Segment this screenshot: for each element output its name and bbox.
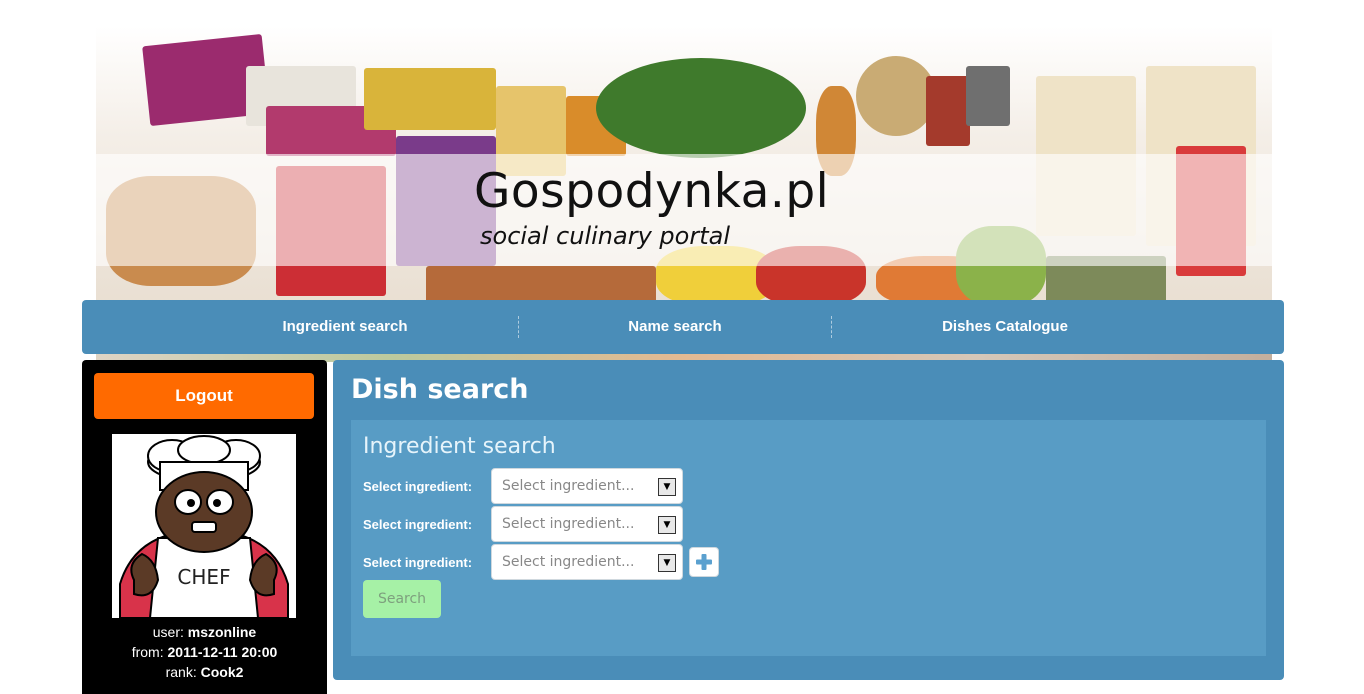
banner-product-box [364,68,496,130]
ingredient-select-value: Select ingredient... [502,554,635,570]
section-title: Ingredient search [363,434,556,459]
ingredient-search-panel: Ingredient search Select ingredient: Sel… [351,420,1266,656]
from-line: from: 2011-12-11 20:00 [82,642,327,662]
member-since: 2011-12-11 20:00 [167,644,278,660]
page-title: Dish search [351,374,529,405]
search-button[interactable]: Search [363,580,441,618]
nav-name-search[interactable]: Name search [562,300,788,354]
nav-divider [831,316,832,338]
chef-avatar-icon: CHEF [119,435,289,618]
from-label: from: [131,644,164,660]
site-title[interactable]: Gospodynka.pl [474,164,829,219]
site-subtitle: social culinary portal [480,222,730,250]
ingredient-label: Select ingredient: [363,554,473,570]
rank-label: rank: [165,664,197,680]
plus-icon [696,554,712,570]
avatar: CHEF [112,434,296,618]
user-info: user: mszonline from: 2011-12-11 20:00 r… [82,622,327,682]
username: mszonline [187,624,257,640]
ingredient-select[interactable]: Select ingredient... ▼ [491,506,683,542]
user-label: user: [152,624,184,640]
main-panel: Dish search Ingredient search Select ing… [333,360,1284,680]
ingredient-label: Select ingredient: [363,478,473,494]
user-line: user: mszonline [82,622,327,642]
user-rank: Cook2 [200,664,244,680]
dropdown-arrow-icon[interactable]: ▼ [658,478,676,496]
dropdown-arrow-icon[interactable]: ▼ [658,554,676,572]
ingredient-select-value: Select ingredient... [502,478,635,494]
banner-can [966,66,1010,126]
logout-button[interactable]: Logout [94,373,314,419]
nav-dishes-catalogue[interactable]: Dishes Catalogue [892,300,1118,354]
ingredient-select[interactable]: Select ingredient... ▼ [491,544,683,580]
ingredient-select-value: Select ingredient... [502,516,635,532]
ingredient-row: Select ingredient: Select ingredient... … [363,468,683,504]
add-ingredient-button[interactable] [689,547,719,577]
ingredient-select[interactable]: Select ingredient... ▼ [491,468,683,504]
nav-divider [518,316,519,338]
banner-greens [596,58,806,158]
banner-can [926,76,970,146]
rank-line: rank: Cook2 [82,662,327,682]
ingredient-label: Select ingredient: [363,516,473,532]
user-sidebar: Logout CHEF user: mszonline from: 2011-1… [82,360,327,694]
main-nav: Ingredient search Name search Dishes Cat… [82,300,1284,354]
header-banner: Gospodynka.pl social culinary portal [96,26,1272,306]
nav-ingredient-search[interactable]: Ingredient search [232,300,458,354]
ingredient-row: Select ingredient: Select ingredient... … [363,544,719,580]
ingredient-row: Select ingredient: Select ingredient... … [363,506,683,542]
banner-melon [856,56,936,136]
dropdown-arrow-icon[interactable]: ▼ [658,516,676,534]
avatar-chef-text: CHEF [177,565,230,589]
